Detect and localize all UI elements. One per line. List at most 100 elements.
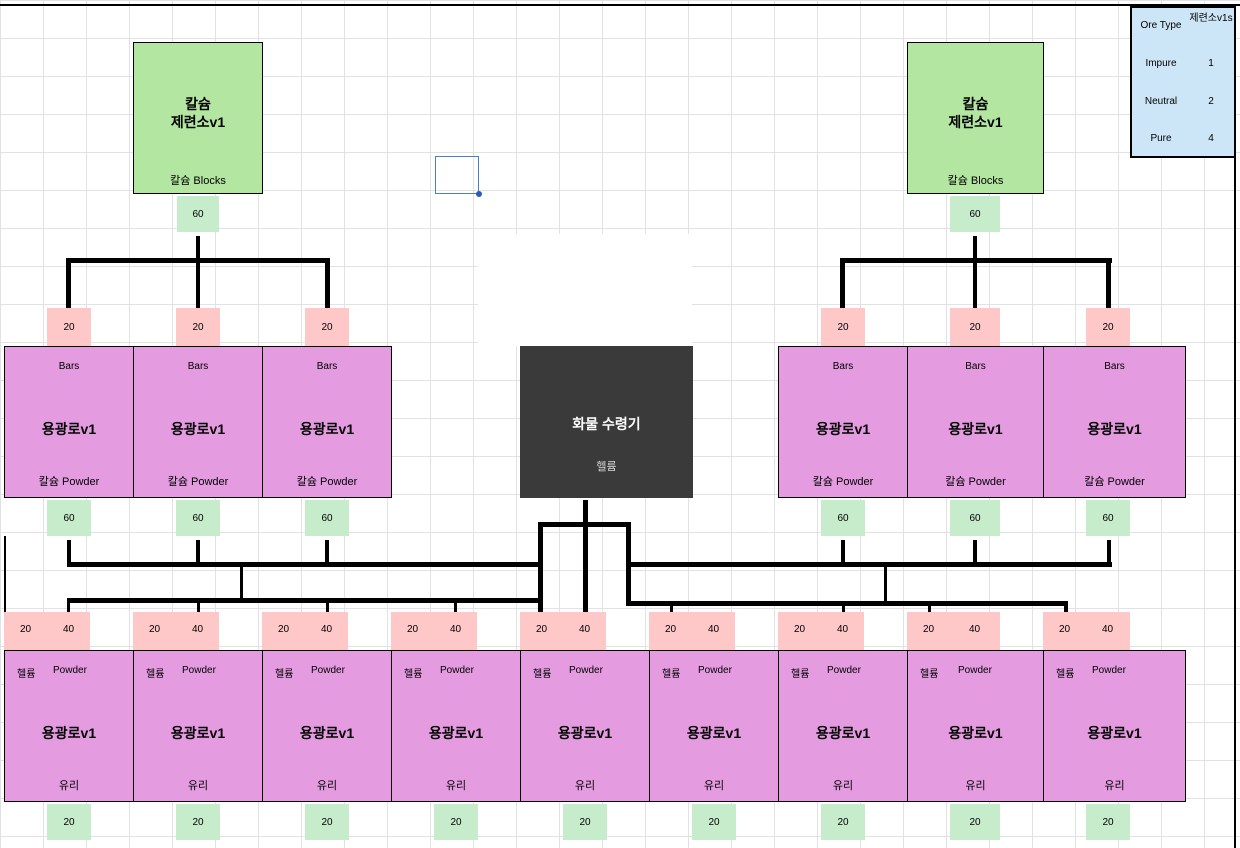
lower-smelter-3[interactable]: 헬륨 Powder 용광로v1 유리 [262,650,392,802]
lower-input-badge: 20 40 [649,612,735,650]
refinery-output: 칼슘 Blocks [947,175,1004,187]
smelter-title: 용광로v1 [1087,421,1142,437]
input-rate-a: 20 [278,624,290,635]
smelter-input-badge: 20 [176,308,220,346]
upper-smelter-1[interactable]: Bars 용광로v1 칼슘 Powder [4,346,134,498]
smelter-output-badge: 60 [176,500,220,536]
connector-line [1064,601,1068,612]
input-rate-b: 40 [969,624,981,635]
connector-line [840,258,1112,263]
input-rate-b: 40 [1102,624,1114,635]
lower-smelter-1[interactable]: 헬륨 Powder 용광로v1 유리 [4,650,134,802]
connector-line [841,540,845,566]
connector-line [454,603,457,612]
glass-output-badge: 20 [176,804,220,840]
upper-smelter-2[interactable]: Bars 용광로v1 칼슘 Powder [133,346,263,498]
refinery-title: 칼슘 제련소v1 [948,96,1003,130]
input-rate-b: 40 [192,624,204,635]
lower-smelter-4[interactable]: 헬륨 Powder 용광로v1 유리 [391,650,521,802]
upper-smelter-3[interactable]: Bars 용광로v1 칼슘 Powder [262,346,392,498]
fill-handle[interactable] [476,191,482,197]
smelter-output-label: 유리 [445,780,467,792]
glass-output-badge: 20 [434,804,478,840]
upper-smelter-6[interactable]: Bars 용광로v1 칼슘 Powder [1043,346,1186,498]
input-rate-a: 20 [794,624,806,635]
smelter-input-label: 칼슘 Powder [812,476,874,488]
smelter-title: 용광로v1 [170,725,226,741]
lower-input-badge: 20 40 [907,612,1000,650]
legend-type-impure: Impure [1145,58,1177,69]
smelter-input-b: Powder [311,665,345,676]
smelter-output-label: 유리 [965,780,986,792]
connector-line [67,562,541,567]
smelter-input-b: Powder [827,665,861,676]
connector-line [1107,540,1111,566]
smelter-title: 용광로v1 [557,725,613,741]
upper-smelter-5[interactable]: Bars 용광로v1 칼슘 Powder [907,346,1044,498]
lower-smelter-7[interactable]: 헬륨 Powder 용광로v1 유리 [778,650,908,802]
smelter-output-label: Bars [187,361,209,372]
smelter-title: 용광로v1 [948,725,1003,741]
connector-line [66,258,330,263]
lower-smelter-5[interactable]: 헬륨 Powder 용광로v1 유리 [520,650,650,802]
lower-smelter-2[interactable]: 헬륨 Powder 용광로v1 유리 [133,650,263,802]
input-rate-b: 40 [837,624,849,635]
lower-input-badge: 20 40 [262,612,348,650]
smelter-title: 용광로v1 [299,725,355,741]
connector-line [583,500,588,612]
connector-line [67,603,70,612]
connector-line [4,536,6,612]
input-rate-b: 40 [579,624,591,635]
lower-input-badge: 20 40 [1043,612,1130,650]
blank-area [478,234,692,346]
lower-smelter-6[interactable]: 헬륨 Powder 용광로v1 유리 [649,650,779,802]
smelter-input-label: 칼슘 Powder [167,476,229,488]
input-rate-b: 40 [450,624,462,635]
connector-line [626,562,1112,567]
smelter-output-label: Bars [832,361,854,372]
smelter-title: 용광로v1 [686,725,742,741]
smelter-output-badge: 60 [821,500,865,536]
glass-output-badge: 20 [1086,804,1130,840]
cargo-receiver[interactable]: 화물 수령기 헬륨 [520,346,693,498]
lower-smelter-8[interactable]: 헬륨 Powder 용광로v1 유리 [907,650,1044,802]
refinery-output: 칼슘 Blocks [170,175,226,187]
lower-input-badge: 20 40 [391,612,477,650]
smelter-input-b: Powder [440,665,474,676]
smelter-input-b: Powder [958,665,992,676]
connector-line [973,236,977,308]
selected-cell[interactable] [435,156,479,194]
input-rate-a: 20 [1059,624,1071,635]
input-rate-a: 20 [20,624,32,635]
input-rate-a: 20 [149,624,161,635]
smelter-output-label: 유리 [316,780,338,792]
smelter-output-label: Bars [1104,361,1125,372]
smelter-output-label: 유리 [1104,780,1125,792]
connector-line [196,236,200,308]
refinery-right[interactable]: 칼슘 제련소v1 칼슘 Blocks [907,42,1044,194]
refinery-title: 칼슘 제련소v1 [170,96,226,130]
smelter-title: 용광로v1 [170,421,226,437]
legend-type-pure: Pure [1150,133,1172,144]
refinery-rate-badge: 60 [950,196,1000,232]
lower-smelter-9[interactable]: 헬륨 Powder 용광로v1 유리 [1043,650,1186,802]
smelter-input-b: Powder [698,665,732,676]
input-rate-a: 20 [665,624,677,635]
frame-top-border [0,4,1240,6]
smelter-input-a: 헬륨 [1056,669,1075,680]
refinery-rate-badge: 60 [177,196,219,232]
glass-output-badge: 20 [692,804,736,840]
smelter-input-a: 헬륨 [17,669,36,680]
smelter-input-label: 칼슘 Powder [1084,476,1145,488]
input-rate-b: 40 [63,624,75,635]
input-rate-a: 20 [407,624,419,635]
smelter-output-label: Bars [965,361,986,372]
upper-smelter-4[interactable]: Bars 용광로v1 칼슘 Powder [778,346,908,498]
refinery-left[interactable]: 칼슘 제련소v1 칼슘 Blocks [133,42,263,194]
legend-type-neutral: Neutral [1144,96,1178,107]
smelter-input-a: 헬륨 [404,669,423,680]
glass-output-badge: 20 [563,804,607,840]
ore-type-legend: Ore Type 제련소v1s Impure 1 Neutral 2 Pure … [1130,6,1236,158]
smelter-output-label: 유리 [703,780,725,792]
lower-input-badge: 20 40 [778,612,864,650]
